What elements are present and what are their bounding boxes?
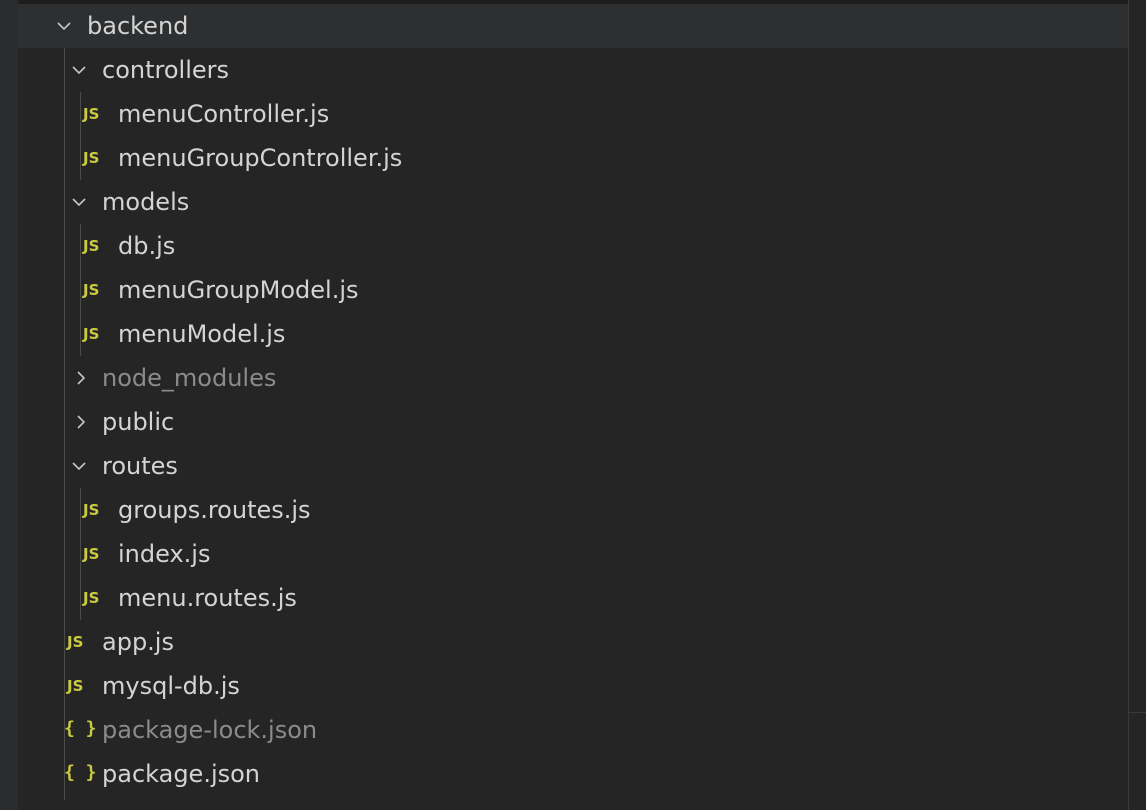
tree-item-label: package.json	[102, 760, 261, 788]
tree-item-label: backend	[87, 12, 189, 40]
js-file-icon: JS	[83, 545, 100, 563]
tree-item-routes[interactable]: routes	[18, 444, 1128, 488]
tree-item-label: public	[102, 408, 175, 436]
tree-item-db[interactable]: JS db.js	[18, 224, 1128, 268]
js-file-icon: JS	[83, 325, 100, 343]
tree-item-controllers[interactable]: controllers	[18, 48, 1128, 92]
chevron-right-icon[interactable]	[72, 413, 90, 431]
tree-item-node-modules[interactable]: node_modules	[18, 356, 1128, 400]
tree-item-package-lock[interactable]: { } package-lock.json	[18, 708, 1128, 752]
tree-item-menucontroller[interactable]: JS menuController.js	[18, 92, 1128, 136]
js-file-icon: JS	[83, 281, 100, 299]
tree-item-backend[interactable]: backend	[18, 4, 1128, 48]
activity-gutter	[0, 0, 18, 810]
chevron-right-icon[interactable]	[72, 369, 90, 387]
js-file-icon: JS	[83, 105, 100, 123]
tree-item-label: models	[102, 188, 190, 216]
tree-item-app[interactable]: JS app.js	[18, 620, 1128, 664]
tree-item-index[interactable]: JS index.js	[18, 532, 1128, 576]
chevron-down-icon[interactable]	[70, 193, 88, 211]
tree-item-menumodel[interactable]: JS menuModel.js	[18, 312, 1128, 356]
tree-item-label: app.js	[102, 628, 174, 656]
json-file-icon: { }	[64, 718, 97, 739]
tree-item-label: node_modules	[102, 364, 277, 392]
tree-item-label: menuController.js	[118, 100, 330, 128]
js-file-icon: JS	[67, 633, 84, 651]
js-file-icon: JS	[83, 149, 100, 167]
chevron-down-icon[interactable]	[55, 17, 73, 35]
tree-item-label: menu.routes.js	[118, 584, 297, 612]
tree-item-label: controllers	[102, 56, 229, 84]
tree-item-menugroupmodel[interactable]: JS menuGroupModel.js	[18, 268, 1128, 312]
js-file-icon: JS	[83, 589, 100, 607]
tree-item-label: menuModel.js	[118, 320, 286, 348]
tree-item-label: mysql-db.js	[102, 672, 240, 700]
js-file-icon: JS	[83, 501, 100, 519]
tree-item-menugroupcontroller[interactable]: JS menuGroupController.js	[18, 136, 1128, 180]
chevron-down-icon[interactable]	[70, 457, 88, 475]
file-explorer: backend controllers JS menuController.js…	[0, 0, 1146, 810]
tree-item-label: menuGroupController.js	[118, 144, 403, 172]
tree-item-label: db.js	[118, 232, 176, 260]
tree-item-groups-routes[interactable]: JS groups.routes.js	[18, 488, 1128, 532]
chevron-down-icon[interactable]	[70, 61, 88, 79]
tree-item-mysql-db[interactable]: JS mysql-db.js	[18, 664, 1128, 708]
tree-item-label: groups.routes.js	[118, 496, 311, 524]
tree-item-menu-routes[interactable]: JS menu.routes.js	[18, 576, 1128, 620]
js-file-icon: JS	[83, 237, 100, 255]
tree-item-label: routes	[102, 452, 178, 480]
tree-item-package[interactable]: { } package.json	[18, 752, 1128, 796]
json-file-icon: { }	[64, 762, 97, 783]
tree-item-label: menuGroupModel.js	[118, 276, 359, 304]
tree-item-public[interactable]: public	[18, 400, 1128, 444]
js-file-icon: JS	[67, 677, 84, 695]
vertical-scrollbar[interactable]	[1128, 0, 1146, 810]
tree-item-models[interactable]: models	[18, 180, 1128, 224]
tree-item-label: package-lock.json	[102, 716, 318, 744]
tree-item-label: index.js	[118, 540, 211, 568]
scrollbar-thumb[interactable]	[1129, 712, 1146, 810]
